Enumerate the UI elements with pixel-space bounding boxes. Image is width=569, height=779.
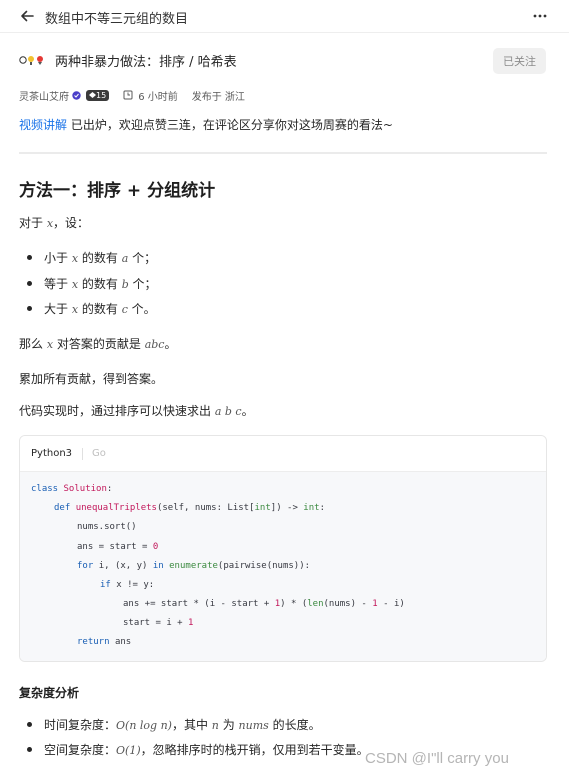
bullet-dot [27, 306, 32, 311]
paragraph: 对于 x，设： [19, 216, 90, 230]
level-badge: 15 [86, 89, 110, 101]
tab-separator [82, 448, 83, 460]
code-block: Python3 Go class Solution: def unequalTr… [19, 435, 547, 662]
code-line: ans = start = 0 [77, 542, 159, 552]
paragraph: 那么 x 对答案的贡献是 abc。 [19, 337, 177, 351]
code-line: if x != y: [100, 580, 155, 590]
post-time: 6 小时前 [138, 91, 178, 103]
intro-text: 视频讲解 已出炉，欢迎点赞三连，在评论区分享你对这场周赛的看法~ [19, 116, 393, 133]
page-title: 数组中不等三元组的数目 [45, 12, 189, 27]
code-line: return ans [77, 637, 132, 647]
code-line: start = i + 1 [123, 618, 194, 628]
video-link[interactable]: 视频讲解 [19, 118, 67, 132]
post-meta: 灵茶山艾府 15 6 小时前 发布于 浙江 [19, 88, 245, 103]
tab-go[interactable]: Go [92, 448, 106, 459]
code-line: def unequalTriplets(self, nums: List[int… [54, 503, 325, 513]
tab-python3[interactable]: Python3 [31, 448, 72, 459]
paragraph: 累加所有贡献，得到答案。 [19, 372, 164, 386]
top-bar: 数组中不等三元组的数目 [0, 0, 569, 33]
bullet-dot [27, 281, 32, 286]
clock-icon [123, 90, 133, 100]
code-line: nums.sort() [77, 522, 137, 532]
list-item: 小于 x 的数有 a 个； [44, 251, 157, 265]
post-location: 发布于 浙江 [191, 91, 245, 103]
list-item: 时间复杂度：O(n log n)，其中 n 为 nums 的长度。 [44, 718, 321, 732]
paragraph: 代码实现时，通过排序可以快速求出 a b c。 [19, 404, 254, 418]
post-title: 两种非暴力做法：排序 / 哈希表 [55, 55, 237, 70]
code-line: ans += start * (i - start + 1) * (len(nu… [123, 599, 405, 609]
level-value: 15 [96, 90, 107, 100]
code-tabs: Python3 Go [20, 436, 546, 472]
code-line: class Solution: [31, 484, 113, 494]
emoji-icons [19, 56, 43, 65]
code-content[interactable]: class Solution: def unequalTriplets(self… [20, 472, 546, 661]
guardian-badge-icon [72, 90, 81, 100]
bullet-dot [27, 722, 32, 727]
code-line: for i, (x, y) in enumerate(pairwise(nums… [77, 561, 311, 571]
bullet-dot [27, 747, 32, 752]
intro-body: 已出炉，欢迎点赞三连，在评论区分享你对这场周赛的看法~ [67, 118, 393, 132]
list-item: 等于 x 的数有 b 个； [44, 277, 157, 291]
complexity-heading: 复杂度分析 [19, 686, 80, 700]
more-options-icon[interactable] [531, 7, 549, 25]
follow-button[interactable]: 已关注 [493, 48, 546, 74]
bullet-dot [27, 255, 32, 260]
back-arrow-icon[interactable] [18, 7, 36, 25]
list-item: 大于 x 的数有 c 个。 [44, 302, 156, 316]
section-heading: 方法一：排序 + 分组统计 [19, 181, 216, 201]
divider [19, 152, 547, 154]
level-icon [89, 92, 96, 98]
watermark: CSDN @I"ll carry you [365, 750, 509, 767]
list-item: 空间复杂度：O(1)，忽略排序时的栈开销，仅用到若干变量。 [44, 743, 369, 757]
author-name[interactable]: 灵茶山艾府 [19, 88, 69, 103]
